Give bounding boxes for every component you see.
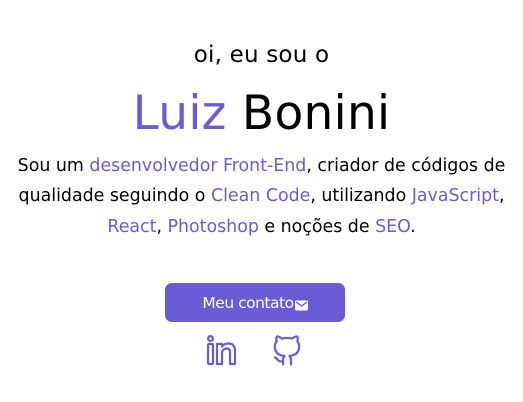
greeting: oi, eu sou o bbox=[193, 42, 330, 68]
bio-highlight: Photoshop bbox=[167, 216, 259, 237]
bio-text: . bbox=[410, 216, 416, 237]
bio-highlight: Clean Code bbox=[210, 186, 311, 207]
bio-text: Sou um bbox=[17, 156, 90, 176]
bio-text: , bbox=[498, 186, 505, 207]
linkedin-link[interactable] bbox=[201, 330, 241, 370]
social-links bbox=[0, 330, 523, 370]
bio-text: , utilizando bbox=[310, 186, 412, 207]
bio-text: , bbox=[156, 216, 168, 237]
hero-section: oi, eu sou o Luiz Bonini Sou um desenvol… bbox=[0, 0, 523, 402]
bio-highlight: React bbox=[107, 216, 157, 237]
linkedin-icon bbox=[206, 334, 237, 366]
bio-paragraph: Sou um desenvolvedor Front-End, criador … bbox=[8, 151, 515, 242]
mail-icon bbox=[294, 297, 308, 311]
bio-highlight: SEO bbox=[375, 216, 411, 237]
contact-button-label: Meu contato bbox=[202, 293, 294, 312]
bio-text: e noções de bbox=[258, 216, 376, 237]
github-icon bbox=[273, 335, 301, 366]
last-name: Bonini bbox=[241, 86, 391, 141]
first-name: Luiz bbox=[132, 86, 227, 141]
page-title: Luiz Bonini bbox=[0, 82, 523, 146]
github-link[interactable] bbox=[267, 330, 307, 370]
bio-highlight: desenvolvedor Front-End bbox=[89, 156, 307, 176]
bio-highlight: JavaScript bbox=[411, 186, 499, 207]
contact-button[interactable]: Meu contato bbox=[165, 283, 345, 322]
